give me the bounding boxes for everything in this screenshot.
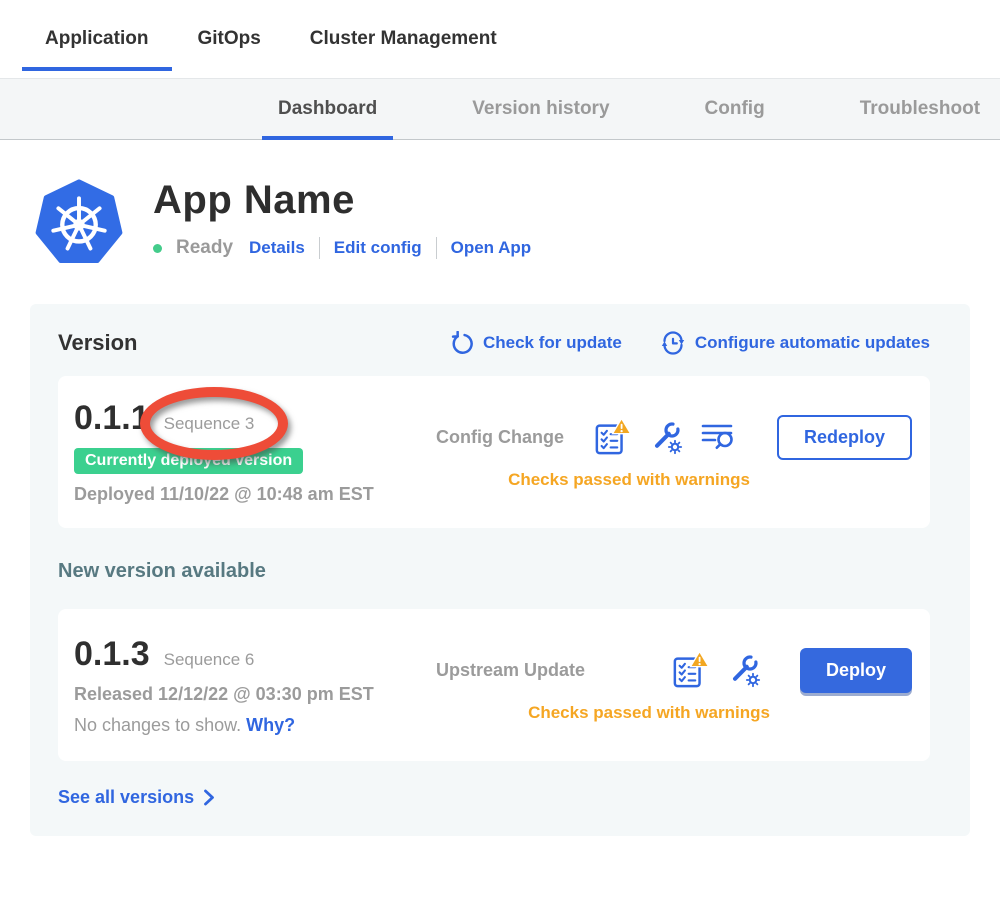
check-for-update-link[interactable]: Check for update	[449, 331, 622, 356]
edit-config-wrench-icon[interactable]	[649, 419, 683, 455]
page-title: App Name	[153, 178, 531, 223]
chevron-right-icon	[203, 789, 215, 806]
app-header: App Name Ready Details Edit config Open …	[35, 178, 1000, 268]
preflight-checks-icon[interactable]	[672, 650, 710, 690]
redeploy-button[interactable]: Redeploy	[777, 415, 912, 460]
currently-deployed-badge: Currently deployed version	[74, 448, 303, 474]
tab-troubleshoot[interactable]: Troubleshoot	[860, 79, 980, 139]
edit-config-link[interactable]: Edit config	[334, 238, 422, 258]
source-type-label: Config Change	[436, 427, 564, 448]
tab-dashboard[interactable]: Dashboard	[278, 79, 377, 139]
released-timestamp: Released 12/12/22 @ 03:30 pm EST	[74, 684, 406, 705]
status-dot-icon	[153, 244, 162, 253]
preflight-checks-icon[interactable]	[594, 417, 632, 457]
current-version-number: 0.1.1	[74, 399, 150, 438]
available-version-sequence: Sequence 6	[164, 650, 255, 670]
version-heading: Version	[58, 330, 137, 356]
current-version-sequence: Sequence 3	[164, 414, 255, 433]
refresh-icon	[449, 331, 474, 356]
version-panel: Version Check for update Configure autom…	[30, 304, 970, 836]
auto-update-clock-icon	[660, 330, 686, 356]
available-version-number: 0.1.3	[74, 635, 150, 674]
preflight-status-text: Checks passed with warnings	[406, 703, 912, 723]
app-sub-navigation: Dashboard Version history Config Trouble…	[0, 78, 1000, 140]
view-diff-icon[interactable]	[700, 422, 738, 452]
tab-version-history[interactable]: Version history	[472, 79, 609, 139]
available-version-card: 0.1.3 Sequence 6 Released 12/12/22 @ 03:…	[58, 609, 930, 761]
top-navigation: Application GitOps Cluster Management	[0, 0, 1000, 78]
diff-why-link[interactable]: Why?	[246, 715, 295, 735]
tab-application[interactable]: Application	[45, 0, 148, 78]
current-version-card: 0.1.1 Sequence 3 Currently deployed vers…	[58, 376, 930, 528]
divider	[436, 237, 437, 259]
diff-summary-text: No changes to show.	[74, 715, 241, 735]
edit-config-wrench-icon[interactable]	[727, 652, 761, 688]
deployed-timestamp: Deployed 11/10/22 @ 10:48 am EST	[74, 484, 406, 505]
open-app-link[interactable]: Open App	[451, 238, 532, 258]
preflight-status-text: Checks passed with warnings	[406, 470, 912, 490]
see-all-versions-link[interactable]: See all versions	[58, 787, 930, 808]
deploy-button[interactable]: Deploy	[800, 648, 912, 693]
new-version-heading: New version available	[58, 560, 930, 583]
configure-automatic-updates-link[interactable]: Configure automatic updates	[660, 330, 930, 356]
kubernetes-logo-icon	[35, 178, 123, 268]
app-status: Ready	[176, 237, 233, 259]
divider	[319, 237, 320, 259]
details-link[interactable]: Details	[249, 238, 305, 258]
source-type-label: Upstream Update	[436, 660, 585, 681]
tab-config[interactable]: Config	[705, 79, 765, 139]
tab-gitops[interactable]: GitOps	[197, 0, 260, 78]
tab-cluster-management[interactable]: Cluster Management	[310, 0, 497, 78]
